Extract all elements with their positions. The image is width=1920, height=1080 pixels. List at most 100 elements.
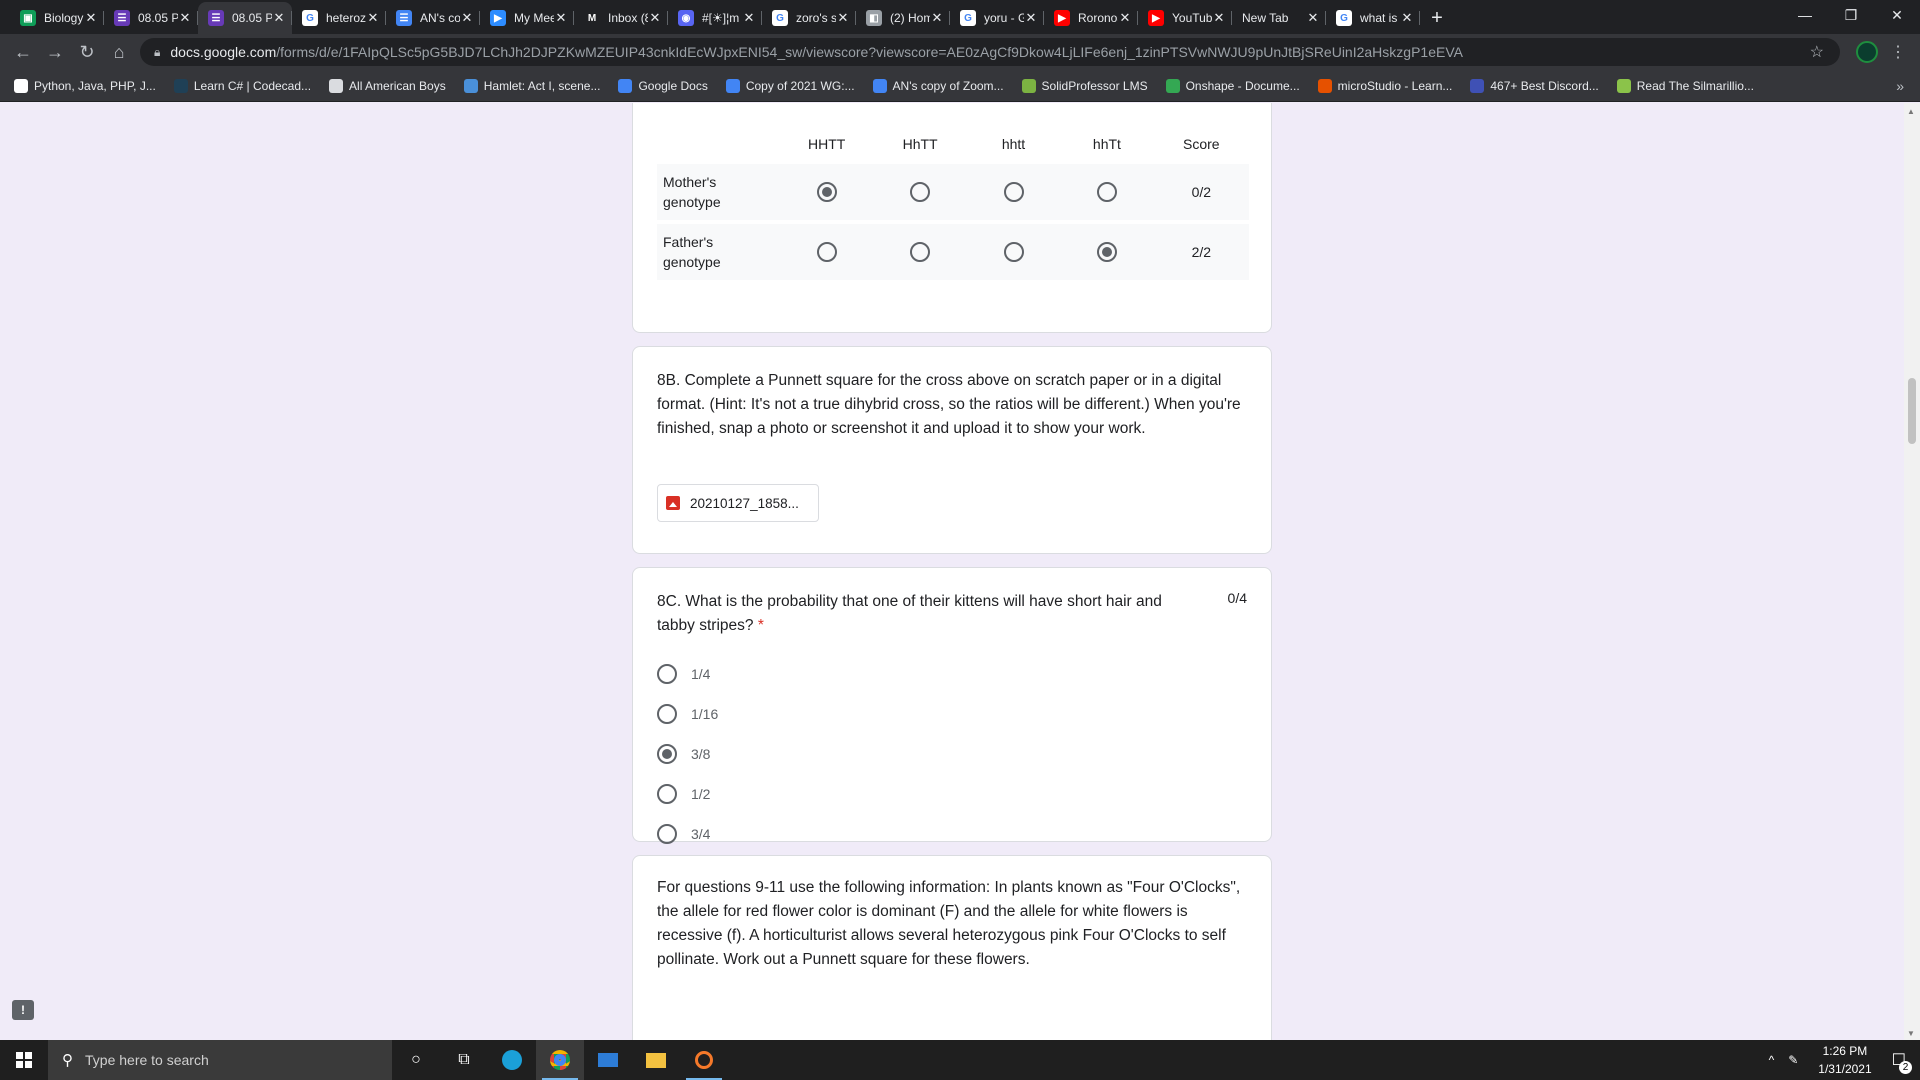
profile-avatar[interactable] — [1856, 41, 1878, 63]
browser-tab[interactable]: M Inbox (8 ✕ — [574, 2, 668, 34]
page-scrollbar[interactable]: ▲ ▼ — [1904, 103, 1920, 1040]
tab-close-icon[interactable]: ✕ — [1306, 10, 1320, 26]
bookmark-item[interactable]: Learn C# | Codecad... — [173, 78, 311, 93]
grid-radio[interactable] — [816, 182, 837, 202]
cortana-icon[interactable]: ○ — [392, 1040, 440, 1080]
option-radio[interactable] — [657, 744, 677, 764]
chrome-icon[interactable] — [536, 1040, 584, 1080]
home-icon[interactable]: ⌂ — [104, 37, 134, 67]
tab-close-icon[interactable]: ✕ — [554, 10, 568, 26]
browser-tab[interactable]: New Tab ✕ — [1232, 2, 1326, 34]
tab-close-icon[interactable]: ✕ — [1024, 10, 1038, 26]
pen-workspace-icon[interactable]: ✎ — [1788, 1053, 1798, 1067]
scrollbar-thumb[interactable] — [1908, 378, 1916, 444]
bookmark-item[interactable]: Python, Java, PHP, J... — [14, 78, 156, 93]
back-icon[interactable]: ← — [8, 37, 38, 67]
browser-tab[interactable]: Gheterozy✕ — [292, 2, 386, 34]
browser-tab[interactable]: ◧ (2) Home✕ — [856, 2, 950, 34]
tab-close-icon[interactable]: ✕ — [84, 10, 98, 26]
browser-tab[interactable]: ☰ 08.05 Pu✕ — [104, 2, 198, 34]
blender-icon[interactable] — [680, 1040, 728, 1080]
action-center-icon[interactable]: ☐ 2 — [1892, 1050, 1912, 1074]
bookmark-item[interactable]: Read The Silmarillio... — [1616, 78, 1754, 93]
option-radio[interactable] — [657, 824, 677, 844]
close-window-icon[interactable]: ✕ — [1874, 0, 1920, 30]
answer-option[interactable]: 3/8 — [657, 734, 718, 774]
bookmark-item[interactable]: 467+ Best Discord... — [1470, 78, 1599, 93]
grid-radio[interactable] — [910, 242, 931, 262]
windows-logo-icon — [16, 1052, 32, 1068]
bookmark-item[interactable]: Hamlet: Act I, scene... — [463, 78, 600, 93]
answer-option[interactable]: 3/4 — [657, 814, 718, 854]
tab-close-icon[interactable]: ✕ — [178, 10, 192, 26]
answer-option[interactable]: 1/16 — [657, 694, 718, 734]
taskbar-clock[interactable]: 1:26 PM 1/31/2021 — [1818, 1042, 1871, 1078]
browser-menu-icon[interactable]: ⋮ — [1890, 42, 1906, 62]
browser-tab[interactable]: ☰ 08.05 Pu✕ — [198, 2, 292, 34]
report-feedback-icon[interactable]: ! — [12, 1000, 34, 1020]
forward-icon[interactable]: → — [40, 37, 70, 67]
uploaded-file-chip[interactable]: 20210127_1858... — [657, 484, 819, 522]
grid-radio[interactable] — [1096, 242, 1117, 262]
browser-tab[interactable]: ▶ My Meet✕ — [480, 2, 574, 34]
edge-icon[interactable] — [488, 1040, 536, 1080]
bookmark-item[interactable]: All American Boys — [329, 78, 446, 93]
tab-close-icon[interactable]: ✕ — [460, 10, 474, 26]
scroll-down-icon[interactable]: ▼ — [1907, 1029, 1915, 1038]
tab-close-icon[interactable]: ✕ — [836, 10, 850, 26]
taskbar-search-box[interactable]: ⚲ Type here to search — [48, 1040, 392, 1080]
grid-radio[interactable] — [1003, 242, 1024, 262]
show-hidden-icons-icon[interactable]: ^ — [1769, 1053, 1775, 1067]
address-bar[interactable]: 🔒︎ docs.google.com/forms/d/e/1FAIpQLSc5p… — [140, 38, 1840, 66]
restore-icon[interactable]: ❐ — [1828, 0, 1874, 30]
bookmark-star-icon[interactable]: ☆ — [1810, 42, 1824, 62]
browser-tab[interactable]: ▶ YouTube✕ — [1138, 2, 1232, 34]
browser-tab[interactable]: ☰ AN's cop✕ — [386, 2, 480, 34]
answer-option[interactable]: 1/2 — [657, 774, 718, 814]
tab-close-icon[interactable]: ✕ — [1118, 10, 1132, 26]
grid-radio[interactable] — [910, 182, 931, 202]
browser-tab[interactable]: Gzoro's sw✕ — [762, 2, 856, 34]
scroll-up-icon[interactable]: ▲ — [1907, 107, 1915, 116]
tab-favicon-icon: ▣ — [20, 10, 36, 26]
minimize-icon[interactable]: — — [1782, 0, 1828, 30]
bookmark-item[interactable]: Copy of 2021 WG:... — [725, 78, 855, 93]
bookmark-favicon-icon — [1165, 78, 1180, 93]
grid-col-header: HhTT — [902, 136, 938, 152]
tab-close-icon[interactable]: ✕ — [272, 10, 286, 26]
grid-radio[interactable] — [1003, 182, 1024, 202]
option-radio[interactable] — [657, 704, 677, 724]
file-explorer-icon[interactable] — [632, 1040, 680, 1080]
tab-close-icon[interactable]: ✕ — [1400, 10, 1414, 26]
tab-close-icon[interactable]: ✕ — [1212, 10, 1226, 26]
tab-close-icon[interactable]: ✕ — [742, 10, 756, 26]
bookmark-item[interactable]: AN's copy of Zoom... — [872, 78, 1004, 93]
grid-radio[interactable] — [1096, 182, 1117, 202]
mail-icon[interactable] — [584, 1040, 632, 1080]
answer-option[interactable]: 1/4 — [657, 654, 718, 694]
task-view-icon[interactable]: ⧉ — [440, 1040, 488, 1080]
bookmark-item[interactable]: microStudio - Learn... — [1317, 78, 1452, 93]
tab-close-icon[interactable]: ✕ — [648, 10, 662, 26]
option-radio[interactable] — [657, 664, 677, 684]
tab-close-icon[interactable]: ✕ — [930, 10, 944, 26]
bookmark-item[interactable]: SolidProfessor LMS — [1021, 78, 1148, 93]
bookmark-label: AN's copy of Zoom... — [892, 78, 1004, 93]
browser-tab[interactable]: Gwhat is b✕ — [1326, 2, 1420, 34]
bookmarks-overflow-icon[interactable]: » — [1896, 78, 1904, 94]
tab-close-icon[interactable]: ✕ — [366, 10, 380, 26]
grid-radio[interactable] — [816, 242, 837, 262]
bookmark-item[interactable]: Google Docs — [618, 78, 708, 93]
browser-tab[interactable]: Gyoru - G ✕ — [950, 2, 1044, 34]
question-8b-text: 8B. Complete a Punnett square for the cr… — [657, 372, 1241, 437]
start-button[interactable] — [0, 1040, 48, 1080]
browser-tab[interactable]: ▶ Roronoa✕ — [1044, 2, 1138, 34]
bookmark-item[interactable]: Onshape - Docume... — [1165, 78, 1300, 93]
option-radio[interactable] — [657, 784, 677, 804]
new-tab-button[interactable]: + — [1420, 2, 1454, 34]
browser-tab[interactable]: ▣ Biology -✕ — [10, 2, 104, 34]
browser-tab[interactable]: ◉ #[☀]¦m ✕ — [668, 2, 762, 34]
tab-title: 08.05 Pu — [138, 11, 178, 25]
reload-icon[interactable]: ↻ — [72, 37, 102, 67]
bookmark-favicon-icon — [872, 78, 887, 93]
